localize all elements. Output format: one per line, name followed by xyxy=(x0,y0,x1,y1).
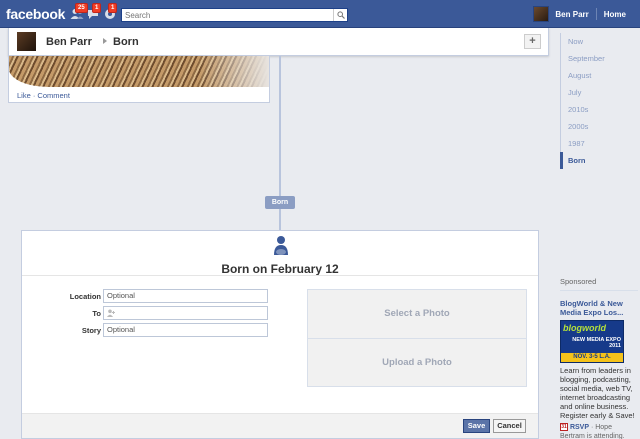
ad-image[interactable]: blogworld NEW MEDIA EXPO 2011 NOV. 3-5 L… xyxy=(560,320,624,363)
top-navigation-bar: facebook 25 1 1 Ben Parr Home xyxy=(0,0,640,28)
baby-icon xyxy=(274,236,288,255)
search-box xyxy=(121,8,348,22)
timeline-header: Ben Parr Born + xyxy=(8,28,549,56)
scrubber-item-now[interactable]: Now xyxy=(560,33,640,50)
story-field[interactable]: Optional xyxy=(103,323,268,337)
calendar-icon: 31 xyxy=(560,423,568,432)
ad-image-brand: blogworld xyxy=(563,323,606,333)
add-button[interactable]: + xyxy=(524,34,541,49)
scrubber-item-september[interactable]: September xyxy=(560,50,640,67)
to-label: To xyxy=(92,309,101,318)
messages-count: 1 xyxy=(92,3,102,13)
scrubber-item-july[interactable]: July xyxy=(560,84,640,101)
breadcrumb-arrow-icon xyxy=(103,38,107,44)
story-photo[interactable] xyxy=(9,56,269,87)
add-person-icon xyxy=(107,309,115,318)
cancel-button[interactable]: Cancel xyxy=(493,419,526,433)
scrubber-item-august[interactable]: August xyxy=(560,67,640,84)
divider xyxy=(22,275,538,276)
location-field[interactable]: Optional xyxy=(103,289,268,303)
friend-requests-jewel[interactable]: 25 xyxy=(70,3,88,20)
scrubber-item-born[interactable]: Born xyxy=(560,152,640,169)
ad-title[interactable]: BlogWorld & New Media Expo Los... xyxy=(560,299,638,317)
sponsored-section: Sponsored BlogWorld & New Media Expo Los… xyxy=(560,277,638,439)
ad-body: Learn from leaders in blogging, podcasti… xyxy=(560,366,635,420)
friend-requests-count: 25 xyxy=(75,3,88,13)
profile-name[interactable]: Ben Parr xyxy=(46,36,92,48)
select-photo-button[interactable]: Select a Photo xyxy=(308,290,526,338)
messages-jewel[interactable]: 1 xyxy=(87,3,102,20)
rsvp-link[interactable]: RSVP xyxy=(570,424,589,431)
story-label: Story xyxy=(81,326,101,335)
ad-image-date: NOV. 3-5 L.A. xyxy=(561,353,623,362)
like-comment-links[interactable]: Like · Comment xyxy=(17,91,70,100)
account-area: Ben Parr Home xyxy=(533,0,640,28)
search-icon xyxy=(336,11,345,19)
search-button[interactable] xyxy=(333,9,347,21)
profile-link[interactable]: Ben Parr xyxy=(553,10,595,19)
sponsored-heading: Sponsored xyxy=(560,277,638,291)
save-button[interactable]: Save xyxy=(463,419,490,433)
composer-footer: Save Cancel xyxy=(22,413,538,438)
life-event-composer: Born on February 12 Location Optional To… xyxy=(21,230,539,439)
profile-avatar[interactable] xyxy=(17,32,36,51)
notifications-count: 1 xyxy=(108,3,118,13)
home-link[interactable]: Home xyxy=(597,10,640,19)
photo-picker: Select a Photo Upload a Photo xyxy=(307,289,527,387)
ad-image-subtitle: NEW MEDIA EXPO 2011 xyxy=(572,337,621,349)
timeline-scrubber: Now September August July 2010s 2000s 19… xyxy=(560,33,640,169)
scrubber-item-1987[interactable]: 1987 xyxy=(560,135,640,152)
scrubber-item-2010s[interactable]: 2010s xyxy=(560,101,640,118)
notifications-jewel[interactable]: 1 xyxy=(103,3,118,20)
upload-photo-button[interactable]: Upload a Photo xyxy=(308,339,526,387)
to-field[interactable] xyxy=(103,306,268,320)
story-card: Like · Comment xyxy=(8,56,270,103)
location-label: Location xyxy=(69,292,101,301)
breadcrumb-section: Born xyxy=(113,36,139,48)
timeline-marker-born[interactable]: Born xyxy=(265,196,295,209)
avatar[interactable] xyxy=(533,6,550,22)
ad-rsvp-line: 31 RSVP · Hope Bertram is attending. xyxy=(560,423,638,439)
life-event-title: Born on February 12 xyxy=(221,262,339,276)
search-input[interactable] xyxy=(122,9,322,21)
scrubber-item-2000s[interactable]: 2000s xyxy=(560,118,640,135)
facebook-logo[interactable]: facebook xyxy=(6,6,65,22)
